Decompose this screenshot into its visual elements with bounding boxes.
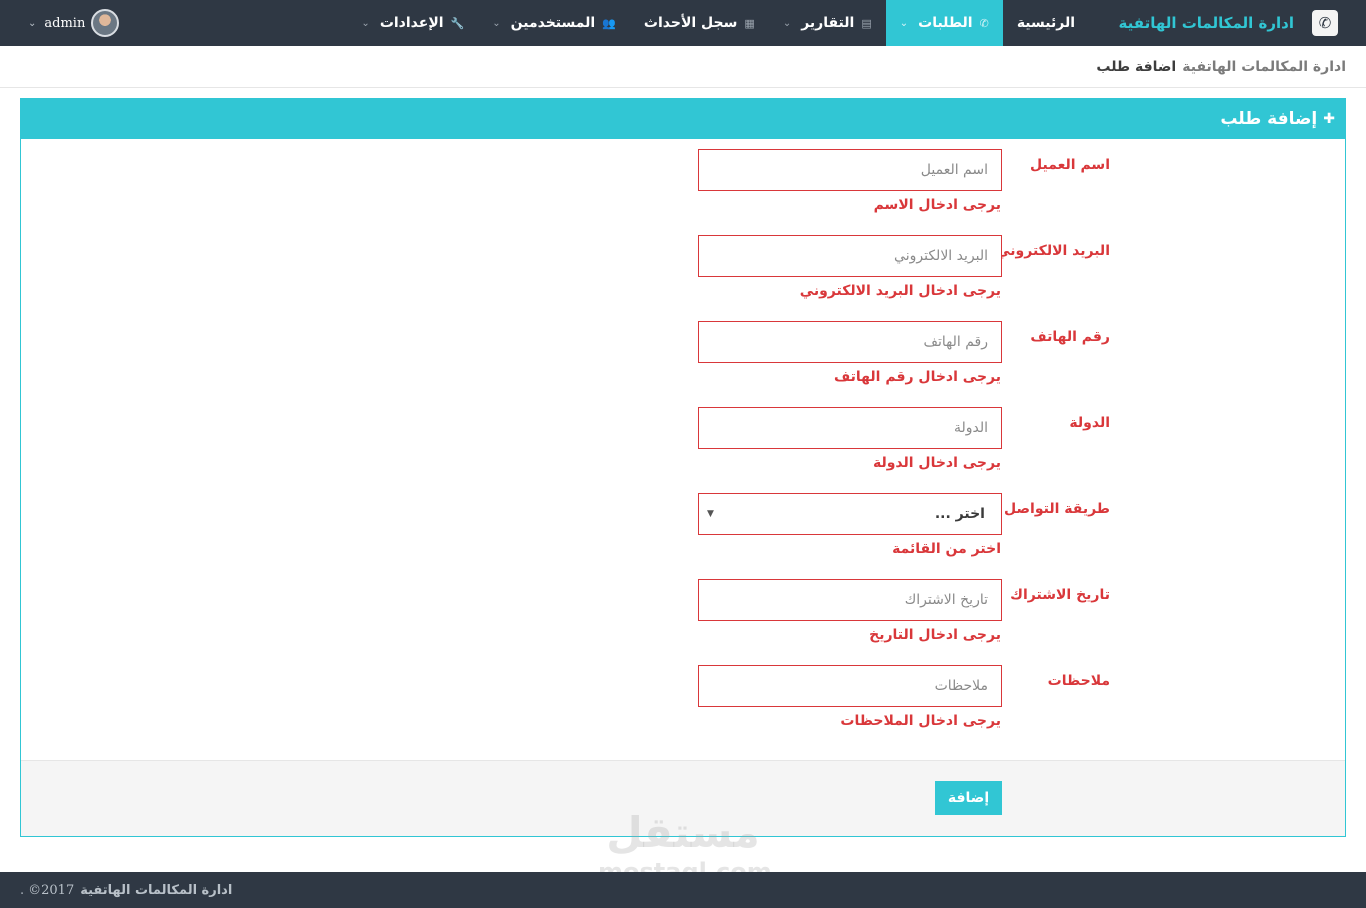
footer-dot: . [20, 882, 25, 898]
panel-footer: إضافة [21, 760, 1345, 836]
request-form: اسم العميل يرجى ادخال الاسم البريد الالك… [21, 139, 1345, 761]
nav-item-label: المستخدمين [510, 15, 596, 31]
brand-title: ادارة المكالمات الهاتفية [1118, 14, 1294, 32]
form-row-notes: ملاحظات يرجى ادخال الملاحظات [21, 665, 1345, 745]
field-label: تاريخ الاشتراك [1010, 587, 1110, 603]
add-request-panel: ✚ إضافة طلب اسم العميل يرجى ادخال الاسم … [20, 98, 1346, 837]
form-row-country: الدولة يرجى ادخال الدولة [21, 407, 1345, 487]
caret-down-icon: ▼ [707, 509, 714, 519]
phone-logo-icon: ✆ [1312, 10, 1338, 36]
calendar-icon: ▦ [744, 16, 755, 30]
nav-item-label: التقارير [801, 15, 855, 31]
field-error: اختر من القائمة [892, 541, 1001, 557]
phone-icon: ✆ [979, 16, 989, 30]
field-error: يرجى ادخال الاسم [873, 197, 1001, 213]
field-error: يرجى ادخال رقم الهاتف [833, 369, 1001, 385]
plus-icon: ✚ [1323, 111, 1335, 127]
field-label: الدولة [1069, 415, 1110, 431]
submit-button[interactable]: إضافة [935, 781, 1002, 815]
chevron-down-icon: ⌄ [492, 17, 501, 29]
phone-input[interactable] [698, 321, 1002, 363]
nav-item-settings[interactable]: 🔧 الإعدادات ⌄ [347, 0, 478, 46]
notes-input[interactable] [698, 665, 1002, 707]
footer-text: ادارة المكالمات الهاتفية [80, 882, 233, 898]
footer-copyright: ©2017 [28, 882, 75, 898]
breadcrumb-root[interactable]: ادارة المكالمات الهاتفية [1182, 59, 1346, 75]
field-label: البريد الالكتروني [996, 243, 1110, 259]
wrench-icon: 🔧 [450, 16, 465, 30]
page-footer: . ©2017 ادارة المكالمات الهاتفية [0, 872, 1366, 908]
chevron-down-icon: ⌄ [361, 17, 370, 29]
user-menu[interactable]: ⌄ admin [28, 9, 120, 37]
email-input[interactable] [698, 235, 1002, 277]
nav-item-event-log[interactable]: ▦ سجل الأحداث [630, 0, 769, 46]
subscription-date-input[interactable] [698, 579, 1002, 621]
nav-menu: الرئيسية ✆ الطلبات ⌄ ▤ التقارير ⌄ ▦ سجل … [347, 0, 1089, 46]
nav-item-requests[interactable]: ✆ الطلبات ⌄ [885, 0, 1003, 46]
select-value: اختر ... [934, 506, 985, 522]
form-row-subscription-date: تاريخ الاشتراك يرجى ادخال التاريخ [21, 579, 1345, 659]
users-icon: 👥 [602, 16, 616, 30]
field-label: اسم العميل [1030, 157, 1110, 173]
nav-item-label: سجل الأحداث [643, 15, 738, 31]
form-row-contact-method: طريقة التواصل معنا اختر ... ▼ اختر من ال… [21, 493, 1345, 573]
chevron-down-icon: ⌄ [782, 17, 792, 29]
field-error: يرجى ادخال الدولة [872, 455, 1001, 471]
field-error: يرجى ادخال التاريخ [869, 627, 1001, 643]
field-label: رقم الهاتف [1030, 329, 1110, 345]
nav-item-home[interactable]: الرئيسية [1003, 0, 1089, 46]
field-label: ملاحظات [1047, 673, 1110, 689]
chevron-down-icon: ⌄ [899, 17, 909, 29]
breadcrumb: ادارة المكالمات الهاتفية اضافة طلب [0, 46, 1366, 88]
panel-heading: ✚ إضافة طلب [21, 99, 1345, 139]
panel-title: إضافة طلب [1220, 109, 1318, 129]
nav-item-users[interactable]: 👥 المستخدمين ⌄ [478, 0, 630, 46]
contact-method-select[interactable]: اختر ... ▼ [698, 493, 1002, 535]
nav-item-label: الرئيسية [1016, 15, 1075, 31]
brand[interactable]: ✆ ادارة المكالمات الهاتفية [1089, 0, 1366, 46]
file-icon: ▤ [861, 16, 872, 30]
form-row-phone: رقم الهاتف يرجى ادخال رقم الهاتف [21, 321, 1345, 401]
field-error: يرجى ادخال الملاحظات [840, 713, 1001, 729]
form-row-email: البريد الالكتروني يرجى ادخال البريد الال… [21, 235, 1345, 315]
form-row-customer-name: اسم العميل يرجى ادخال الاسم [21, 149, 1345, 229]
avatar [91, 9, 120, 37]
nav-item-label: الإعدادات [379, 15, 444, 31]
field-error: يرجى ادخال البريد الالكتروني [799, 283, 1001, 299]
nav-item-label: الطلبات [918, 15, 973, 31]
breadcrumb-current: اضافة طلب [1096, 58, 1177, 75]
nav-item-reports[interactable]: ▤ التقارير ⌄ [769, 0, 886, 46]
user-name: admin [44, 15, 86, 31]
customer-name-input[interactable] [698, 149, 1002, 191]
top-navbar: ✆ ادارة المكالمات الهاتفية الرئيسية ✆ ال… [0, 0, 1366, 46]
chevron-down-icon: ⌄ [28, 17, 37, 29]
country-input[interactable] [698, 407, 1002, 449]
